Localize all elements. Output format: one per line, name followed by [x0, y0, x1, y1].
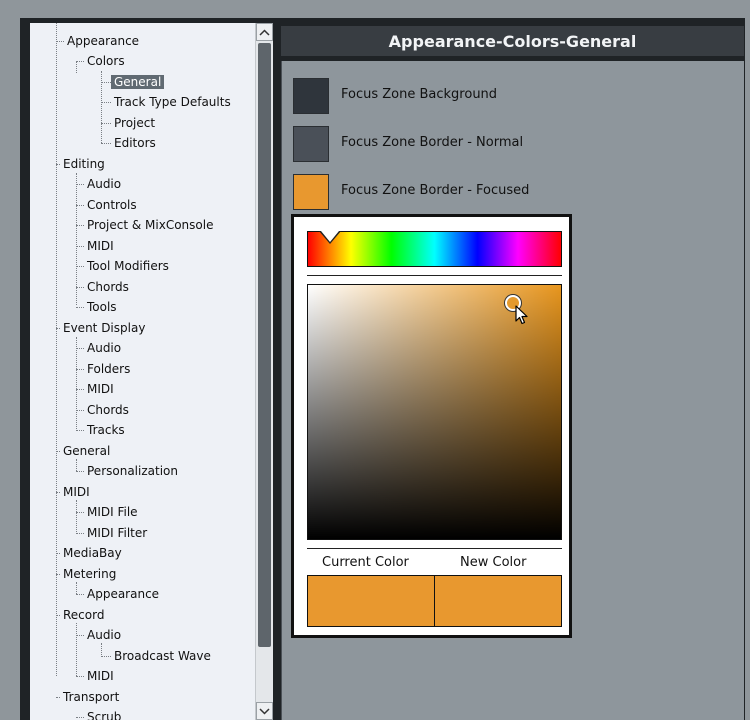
new-color-label: New Color — [460, 555, 527, 570]
tree-item-project[interactable]: Project — [101, 113, 158, 133]
tree-item-midi-section[interactable]: MIDI — [56, 482, 93, 502]
tree-item-colors[interactable]: Colors — [76, 51, 128, 71]
tree-item-editing-midi[interactable]: MIDI — [76, 236, 117, 256]
tree-connector — [76, 500, 77, 532]
scrollbar-thumb[interactable] — [258, 43, 271, 647]
tree-item-general[interactable]: General — [101, 72, 165, 92]
color-swatch[interactable] — [293, 126, 329, 162]
tree-item-event-display[interactable]: Event Display — [56, 318, 148, 338]
tree-item-tool-modifiers[interactable]: Tool Modifiers — [76, 256, 172, 276]
preferences-tree[interactable]: Appearance Colors General Track Type Def… — [30, 23, 255, 720]
tree-item-event-chords[interactable]: Chords — [76, 400, 132, 420]
panel-title: Appearance-Colors-General — [281, 26, 744, 56]
new-color-swatch[interactable] — [434, 575, 562, 627]
tree-item-midi-filter[interactable]: MIDI Filter — [76, 523, 150, 543]
color-row-label: Focus Zone Border - Focused — [341, 183, 530, 198]
tree-item-event-midi[interactable]: MIDI — [76, 379, 117, 399]
tree-item-record-midi[interactable]: MIDI — [76, 666, 117, 686]
tree-connector — [101, 643, 102, 655]
tree-item-record-audio[interactable]: Audio — [76, 625, 124, 645]
tree-connector — [76, 337, 77, 429]
color-row-label: Focus Zone Background — [341, 87, 498, 102]
tree-item-record[interactable]: Record — [56, 605, 107, 625]
color-picker-popup: Current Color New Color — [291, 214, 572, 638]
hue-marker[interactable] — [321, 231, 339, 242]
tree-item-editing-audio[interactable]: Audio — [76, 174, 124, 194]
saturation-value-area[interactable] — [307, 284, 562, 540]
picker-divider — [307, 275, 562, 276]
mouse-pointer-icon — [515, 305, 528, 325]
tree-item-editing-chords[interactable]: Chords — [76, 277, 132, 297]
chevron-down-icon[interactable] — [256, 702, 273, 720]
current-color-label: Current Color — [322, 555, 409, 570]
tree-item-track-type-defaults[interactable]: Track Type Defaults — [101, 92, 234, 112]
preferences-window: Appearance Colors General Track Type Def… — [0, 0, 750, 720]
tree-item-controls[interactable]: Controls — [76, 195, 140, 215]
tree-connector — [76, 173, 77, 305]
current-color-swatch[interactable] — [307, 575, 435, 627]
tree-connector — [76, 582, 77, 594]
tree-item-editors[interactable]: Editors — [101, 133, 159, 153]
color-row-label: Focus Zone Border - Normal — [341, 135, 524, 150]
tree-item-general-section[interactable]: General — [56, 441, 113, 461]
tree-scrollbar[interactable] — [255, 23, 273, 720]
tree-item-tools[interactable]: Tools — [76, 297, 120, 317]
color-swatch[interactable] — [293, 78, 329, 114]
hue-slider[interactable] — [307, 231, 562, 267]
tree-connector — [76, 623, 77, 676]
tree-item-editing[interactable]: Editing — [56, 154, 108, 174]
tree-item-personalization[interactable]: Personalization — [76, 461, 181, 481]
tree-item-tracks[interactable]: Tracks — [76, 420, 128, 440]
tree-connector — [56, 23, 57, 676]
picker-divider — [307, 548, 562, 549]
tree-item-midi-file[interactable]: MIDI File — [76, 502, 141, 522]
tree-item-mediabay[interactable]: MediaBay — [56, 543, 125, 563]
tree-connector — [76, 61, 77, 73]
tree-item-transport[interactable]: Transport — [56, 687, 122, 707]
tree-connector — [76, 459, 77, 471]
tree-item-event-audio[interactable]: Audio — [76, 338, 124, 358]
tree-item-metering-appearance[interactable]: Appearance — [76, 584, 162, 604]
tree-item-scrub[interactable]: Scrub — [76, 707, 124, 720]
tree-item-appearance[interactable]: Appearance — [56, 31, 142, 51]
tree-item-broadcast-wave[interactable]: Broadcast Wave — [101, 646, 214, 666]
tree-item-folders[interactable]: Folders — [76, 359, 133, 379]
tree-item-metering[interactable]: Metering — [56, 564, 119, 584]
chevron-up-icon[interactable] — [256, 23, 273, 41]
color-swatch[interactable] — [293, 174, 329, 210]
tree-item-project-mixconsole[interactable]: Project & MixConsole — [76, 215, 216, 235]
